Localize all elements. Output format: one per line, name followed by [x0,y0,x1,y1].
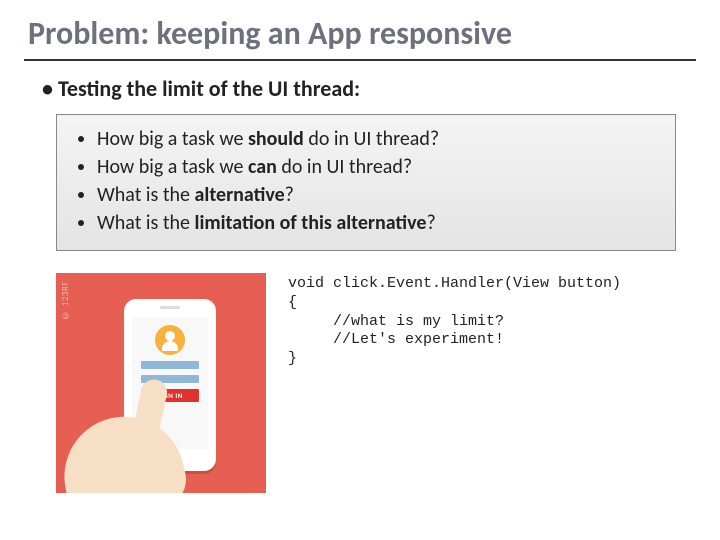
code-snippet: void click.Event.Handler(View button) { … [288,273,621,369]
text: How big a task we [97,155,248,179]
slide-title: Problem: keeping an App responsive [0,0,720,59]
text: ? [426,211,435,235]
list-item: How big a task we should do in UI thread… [97,126,659,153]
user-avatar-icon [155,325,185,355]
text: ? [285,183,294,207]
list-item: What is the alternative? [97,182,659,209]
lead-bullet: Testing the limit of the UI thread: [0,75,720,114]
emphasis: should [248,127,304,151]
title-divider [24,59,696,61]
text: What is the [97,211,195,235]
text: How big a task we [97,127,248,151]
watermark: © 123RF [60,281,71,320]
question-list: How big a task we should do in UI thread… [79,126,659,237]
text: What is the [97,183,195,207]
list-item: How big a task we can do in UI thread? [97,154,659,181]
text: do in UI thread? [304,127,439,151]
hand-icon [56,397,200,493]
emphasis: limitation of this alternative [195,211,427,235]
text: do in UI thread? [277,155,412,179]
input-field-icon [141,361,199,369]
list-item: What is the limitation of this alternati… [97,210,659,237]
phone-speaker-icon [160,306,180,309]
emphasis: alternative [195,183,285,207]
phone-signin-illustration: © 123RF SIGN IN [56,273,266,493]
emphasis: can [248,155,277,179]
question-box: How big a task we should do in UI thread… [56,114,676,251]
